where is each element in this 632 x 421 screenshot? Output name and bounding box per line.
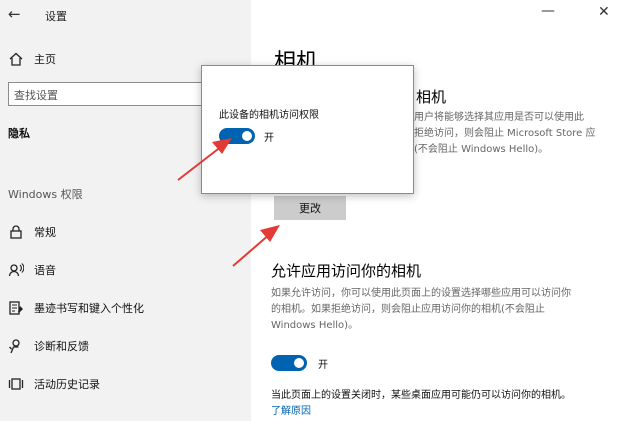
device-access-desc-line: 用户将能够选择其应用是否可以使用此 bbox=[414, 112, 584, 123]
learn-why-link[interactable]: 了解原因 bbox=[271, 402, 311, 417]
device-camera-toggle[interactable] bbox=[219, 128, 255, 144]
sidebar-item-speech[interactable]: 语音 bbox=[8, 262, 56, 278]
camera-access-dialog: 此设备的相机访问权限 开 bbox=[201, 65, 414, 194]
home-icon bbox=[8, 51, 24, 67]
activity-history-icon bbox=[8, 376, 24, 392]
sidebar-item-inking[interactable]: 墨迹书写和键入个性化 bbox=[8, 300, 144, 316]
allow-apps-desc-line: Windows Hello)。 bbox=[271, 320, 359, 331]
device-access-heading: 相机 bbox=[416, 88, 447, 106]
lock-icon bbox=[8, 224, 24, 240]
feedback-icon bbox=[8, 338, 24, 354]
sidebar-item-label: 活动历史记录 bbox=[34, 378, 100, 391]
sidebar-item-label: 墨迹书写和键入个性化 bbox=[34, 302, 144, 315]
device-camera-toggle-label: 开 bbox=[264, 133, 274, 144]
close-icon[interactable]: ✕ bbox=[598, 4, 610, 20]
sidebar-item-general[interactable]: 常规 bbox=[8, 224, 56, 240]
sidebar-item-label: 诊断和反馈 bbox=[34, 340, 89, 353]
sidebar-item-activity-history[interactable]: 活动历史记录 bbox=[8, 376, 100, 392]
desktop-apps-note: 当此页面上的设置关闭时，某些桌面应用可能仍可以访问你的相机。 bbox=[271, 390, 571, 401]
allow-apps-toggle[interactable] bbox=[271, 355, 307, 371]
group-label: Windows 权限 bbox=[8, 188, 83, 201]
sidebar-item-label: 常规 bbox=[34, 226, 56, 239]
allow-apps-desc-line: 如果允许访问，你可以使用此页面上的设置选择哪些应用可以访问你 bbox=[271, 288, 571, 299]
device-access-desc-line: (不会阻止 Windows Hello)。 bbox=[414, 144, 549, 155]
minimize-icon[interactable]: — bbox=[541, 3, 555, 19]
sidebar-item-home[interactable]: 主页 bbox=[8, 51, 56, 67]
change-button[interactable]: 更改 bbox=[274, 196, 346, 220]
device-access-desc-line: 拒绝访问，则会阻止 Microsoft Store 应 bbox=[414, 128, 596, 139]
dialog-title: 此设备的相机访问权限 bbox=[219, 110, 319, 121]
allow-apps-toggle-label: 开 bbox=[318, 360, 328, 371]
search-placeholder: 查找设置 bbox=[14, 89, 58, 102]
allow-apps-heading: 允许应用访问你的相机 bbox=[271, 262, 422, 280]
back-arrow-icon[interactable]: ← bbox=[8, 5, 21, 23]
pen-document-icon bbox=[8, 300, 24, 316]
window-title: 设置 bbox=[45, 10, 67, 23]
sidebar-item-diagnostics[interactable]: 诊断和反馈 bbox=[8, 338, 89, 354]
current-section: 隐私 bbox=[8, 127, 30, 140]
sidebar-item-label: 语音 bbox=[34, 264, 56, 277]
allow-apps-desc-line: 的相机。如果拒绝访问，则会阻止应用访问你的相机(不会阻止 bbox=[271, 304, 545, 315]
speech-icon bbox=[8, 262, 24, 278]
sidebar-item-label: 主页 bbox=[34, 53, 56, 66]
